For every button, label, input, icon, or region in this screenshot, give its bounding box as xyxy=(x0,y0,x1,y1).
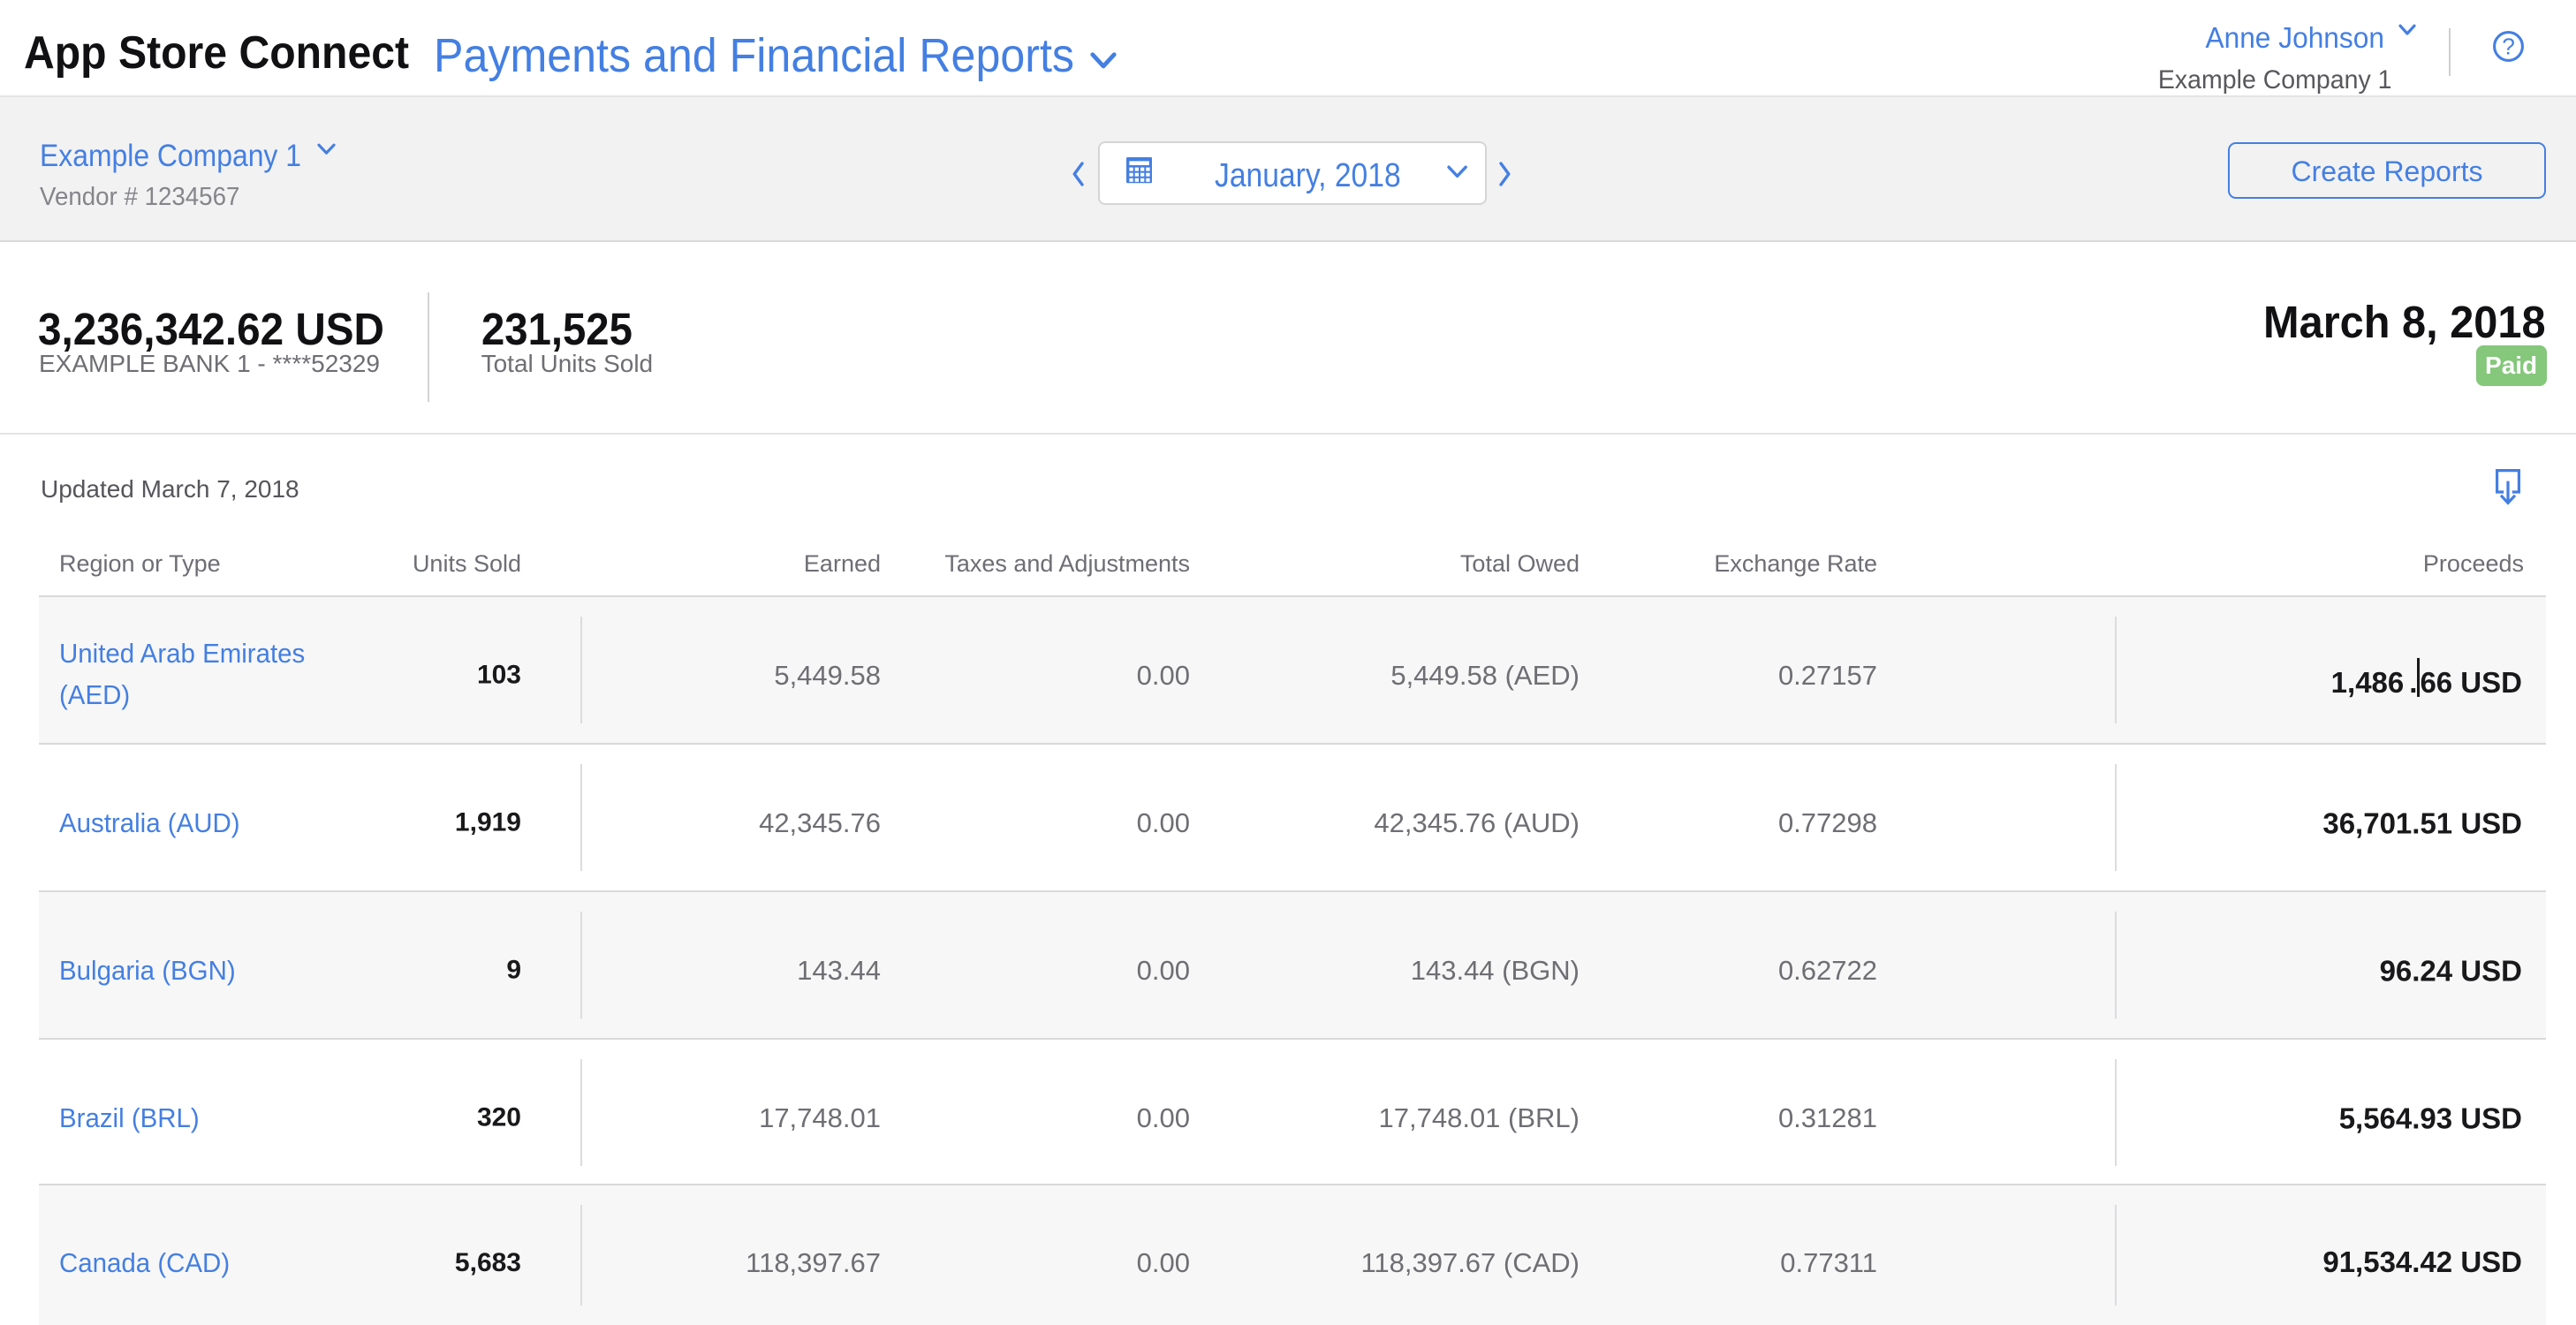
svg-text:?: ? xyxy=(2502,33,2514,59)
